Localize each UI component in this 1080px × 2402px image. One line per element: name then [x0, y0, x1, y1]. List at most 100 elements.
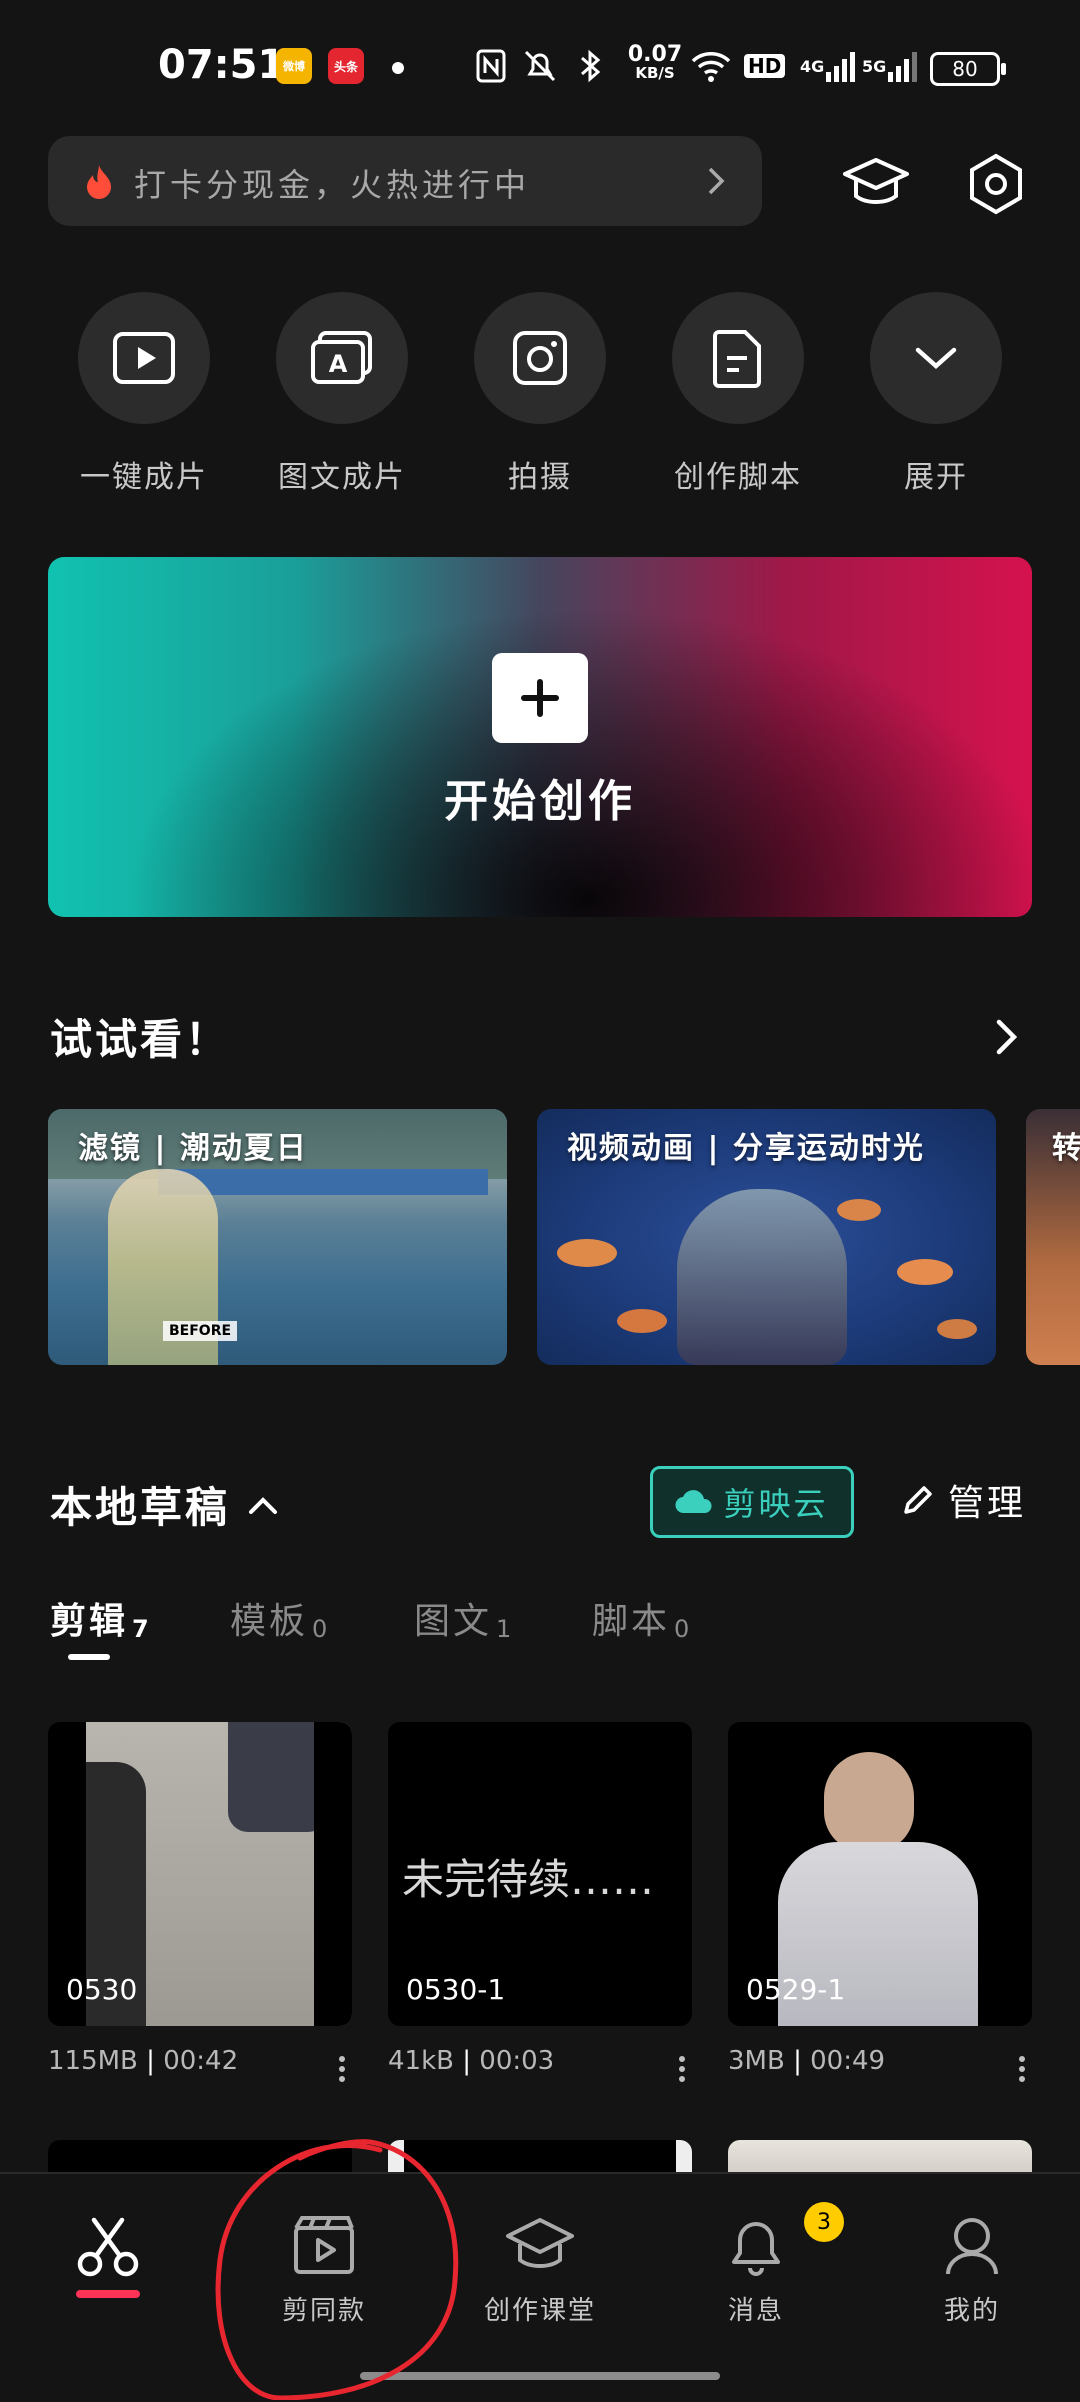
net-speed-value: 0.07 [627, 42, 683, 67]
nav-profile[interactable]: 我的 [882, 2214, 1062, 2327]
tab-script[interactable]: 脚本 0 [592, 1592, 692, 1644]
draft-duration: 00:42 [163, 2046, 239, 2076]
play-frame-icon [78, 292, 210, 424]
tab-template-count: 0 [312, 1615, 331, 1643]
draft-size: 3MB [728, 2046, 785, 2076]
quick-action-one-click[interactable]: 一键成片 [78, 292, 210, 496]
bottom-navigation: 剪同款 创作课堂 消息 3 我的 [0, 2172, 1080, 2402]
quick-action-label: 一键成片 [80, 460, 208, 495]
quick-action-label: 创作脚本 [674, 460, 802, 495]
card-person-figure [677, 1189, 847, 1365]
try-card-video-animation[interactable]: 视频动画 | 分享运动时光 [537, 1109, 996, 1365]
tab-edit[interactable]: 剪辑 7 [50, 1592, 152, 1644]
tab-template-label: 模板 [230, 1601, 309, 1642]
tutorial-cap-button[interactable] [838, 146, 914, 222]
draft-card[interactable]: 未完待续…… 0530-1 [388, 1722, 692, 2026]
signal-4g-icon: 4G [800, 48, 856, 84]
cloud-button-label: 剪映云 [723, 1485, 829, 1523]
draft-thumb-face [824, 1752, 914, 1852]
nav-edit[interactable] [18, 2214, 198, 2298]
script-doc-icon [672, 292, 804, 424]
local-drafts-header[interactable]: 本地草稿 [50, 1474, 278, 1535]
draft-more-button[interactable] [1019, 2052, 1027, 2086]
try-card-caption: 滤镜 | 潮动夏日 [78, 1131, 308, 1166]
quick-action-script[interactable]: 创作脚本 [672, 292, 804, 496]
fish-shape [897, 1259, 953, 1285]
try-card-filter[interactable]: BEFORE 滤镜 | 潮动夏日 [48, 1109, 507, 1365]
hd-icon: HD [744, 48, 786, 84]
tab-template[interactable]: 模板 0 [230, 1592, 330, 1644]
cloud-icon [675, 1490, 713, 1514]
active-tab-indicator [68, 1654, 110, 1660]
tab-script-count: 0 [674, 1615, 693, 1643]
draft-name: 0529-1 [746, 1973, 846, 2006]
promo-text: 打卡分现金，火热进行中 [134, 166, 531, 204]
draft-card[interactable]: 0530 [48, 1722, 352, 2026]
quick-action-label: 展开 [904, 460, 968, 495]
nav-messages-label: 消息 [727, 2296, 784, 2326]
flame-icon [84, 163, 114, 203]
svg-text:A: A [329, 350, 348, 378]
fish-shape [557, 1239, 617, 1267]
graduation-cap-icon [506, 2218, 574, 2268]
draft-meta: 41kB | 00:03 [388, 2046, 555, 2076]
settings-hexagon-icon [970, 153, 1022, 215]
manage-button[interactable]: 管理 [900, 1474, 1026, 1526]
plus-icon [492, 653, 588, 743]
tab-image-text-label: 图文 [414, 1601, 493, 1642]
camera-icon [474, 292, 606, 424]
quick-action-text-to-video[interactable]: A 图文成片 [276, 292, 408, 496]
draft-name: 0530 [66, 1973, 138, 2006]
chevron-right-icon [996, 1019, 1018, 1055]
tab-edit-label: 剪辑 [50, 1601, 129, 1642]
fish-shape [617, 1309, 667, 1333]
try-card-partial[interactable]: 转 [1026, 1109, 1080, 1365]
quick-action-label: 拍摄 [508, 460, 572, 495]
status-time: 07:51 [158, 42, 286, 88]
jianying-cloud-button[interactable]: 剪映云 [650, 1466, 854, 1538]
quick-action-shoot[interactable]: 拍摄 [474, 292, 606, 496]
battery-indicator: 80 [930, 52, 1006, 86]
quick-action-label: 图文成片 [278, 460, 406, 495]
manage-label: 管理 [948, 1483, 1027, 1524]
draft-size: 41kB [388, 2046, 454, 2076]
signal-5g-icon: 5G [862, 48, 918, 84]
start-creation-banner[interactable]: 开始创作 [48, 557, 1032, 917]
try-section-title: 试试看！ [50, 1015, 231, 1064]
draft-meta: 3MB | 00:49 [728, 2046, 886, 2076]
scissors-icon [77, 2217, 139, 2277]
battery-level: 80 [952, 57, 978, 81]
try-section-more-chevron[interactable] [994, 1018, 1020, 1060]
tab-edit-count: 7 [132, 1615, 152, 1643]
draft-more-button[interactable] [339, 2052, 347, 2086]
draft-card[interactable]: 0529-1 [728, 1722, 1032, 2026]
try-card-caption: 视频动画 | 分享运动时光 [567, 1131, 925, 1166]
bluetooth-icon [578, 48, 604, 84]
fish-shape [837, 1199, 881, 1221]
toutiao-app-icon: 头条 [328, 48, 364, 84]
promo-search-bar[interactable]: 打卡分现金，火热进行中 [48, 136, 762, 226]
messages-count-badge: 3 [804, 2202, 844, 2242]
nav-profile-label: 我的 [943, 2296, 1000, 2326]
draft-thumb-legs [228, 1722, 328, 1832]
wifi-icon [690, 48, 732, 84]
pencil-icon [904, 1486, 932, 1514]
draft-name: 0530-1 [406, 1973, 506, 2006]
mute-bell-icon [522, 48, 558, 84]
status-bar: 07:51 微博 头条 0.07 KB/S HD 4G 5G 80 [0, 0, 1080, 130]
quick-action-expand[interactable]: 展开 [870, 292, 1002, 496]
nfc-icon [476, 48, 506, 84]
start-creation-title: 开始创作 [444, 776, 636, 827]
signal-5g-label: 5G [862, 56, 887, 76]
bell-icon [732, 2222, 780, 2276]
tab-image-text-count: 1 [496, 1615, 515, 1643]
settings-button[interactable] [958, 146, 1034, 222]
draft-more-button[interactable] [679, 2052, 687, 2086]
tab-image-text[interactable]: 图文 1 [414, 1592, 514, 1644]
chevron-down-icon [870, 292, 1002, 424]
before-watermark: BEFORE [163, 1321, 238, 1341]
active-nav-indicator [76, 2290, 140, 2298]
hd-label: HD [744, 54, 786, 78]
text-image-icon: A [276, 292, 408, 424]
person-icon [946, 2218, 998, 2275]
